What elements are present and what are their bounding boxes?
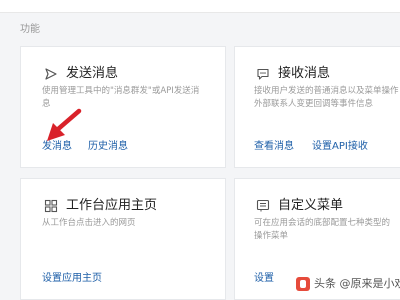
custom-menu-desc-line1: 可在应用会话的底部配置七种类型的 (254, 218, 391, 228)
message-history-link[interactable]: 历史消息 (88, 141, 128, 153)
chat-bubble-icon (256, 67, 270, 81)
menu-list-icon (256, 199, 270, 213)
workbench-title-row: 工作台应用主页 (44, 198, 157, 214)
receive-message-desc-line1: 接收用户发送的普通消息以及菜单操作 (254, 86, 399, 96)
view-messages-link[interactable]: 查看消息 (254, 141, 294, 153)
receive-message-title-row: 接收消息 (256, 66, 330, 82)
custom-menu-desc-line2: 操作菜单 (254, 231, 289, 241)
receive-message-desc-line2: 外部联系人变更回调等事件信息 (254, 99, 374, 109)
set-api-receive-link[interactable]: 设置API接收 (312, 141, 368, 153)
grid-icon (44, 199, 58, 213)
send-arrow-icon (44, 67, 58, 81)
send-message-card: 发送消息 使用管理工具中的"消息群发"或API发送消 息 发消息 历史消息 (20, 46, 226, 168)
workbench-homepage-card: 工作台应用主页 从工作台点击进入的网页 设置应用主页 (20, 178, 226, 300)
top-strip (0, 0, 400, 13)
custom-menu-title: 自定义菜单 (278, 198, 344, 213)
custom-menu-title-row: 自定义菜单 (256, 198, 343, 214)
red-arrow-annotation (47, 108, 82, 141)
set-app-homepage-link[interactable]: 设置应用主页 (42, 273, 102, 285)
workbench-desc: 从工作台点击进入的网页 (42, 218, 136, 228)
receive-message-title: 接收消息 (278, 66, 331, 81)
send-message-desc-line1: 使用管理工具中的"消息群发"或API发送消 (42, 86, 200, 96)
watermark-logo-icon (296, 277, 310, 291)
section-label: 功能 (20, 24, 40, 35)
send-message-title-row: 发送消息 (44, 66, 118, 82)
send-message-title: 发送消息 (66, 66, 119, 81)
watermark-text: 头条 @原来是小欢 (314, 277, 400, 290)
custom-menu-settings-link[interactable]: 设置 (254, 273, 274, 285)
watermark: 头条 @原来是小欢 (296, 277, 400, 291)
workbench-title: 工作台应用主页 (66, 198, 158, 213)
receive-message-card: 接收消息 接收用户发送的普通消息以及菜单操作 外部联系人变更回调等事件信息 查看… (234, 46, 400, 168)
